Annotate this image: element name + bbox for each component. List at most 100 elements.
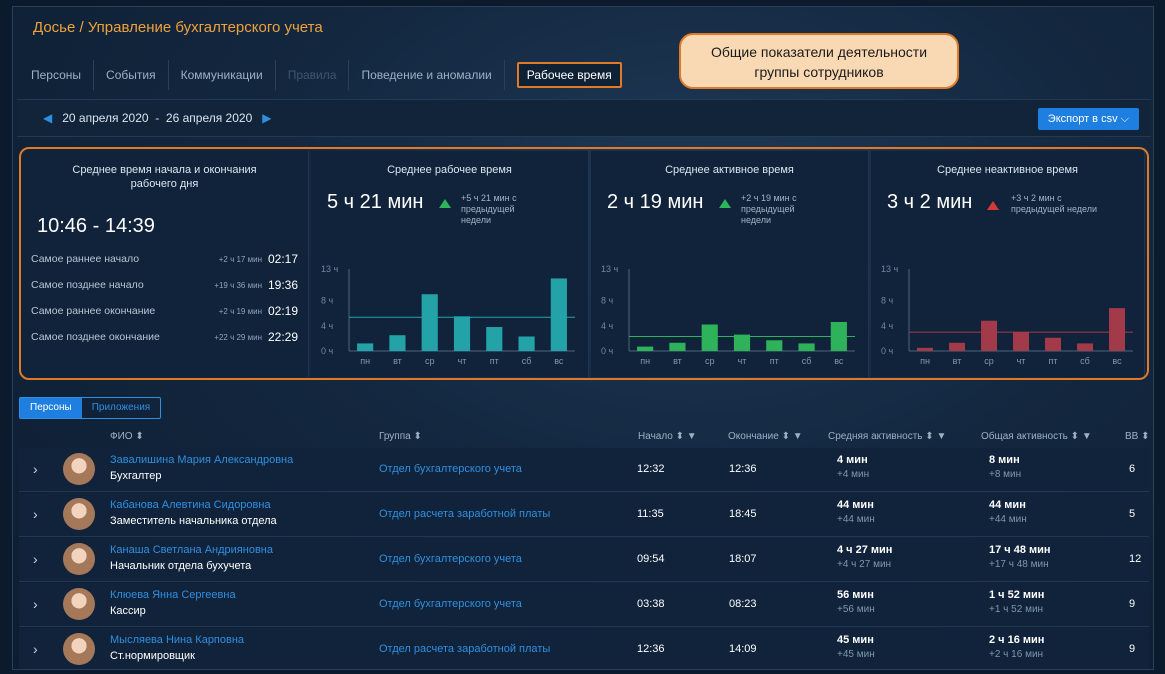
subtab-persons[interactable]: Персоны — [20, 398, 82, 418]
extra-count: 9 — [1129, 643, 1136, 655]
expand-chevron-icon[interactable]: › — [33, 461, 38, 477]
group-link[interactable]: Отдел расчета заработной платы — [379, 508, 550, 520]
avg-value: 4 ч 27 мин — [837, 544, 893, 556]
sort-icon[interactable]: ⬍ — [925, 431, 933, 442]
total-delta: +44 мин — [989, 514, 1027, 525]
total-value: 8 мин — [989, 454, 1020, 466]
tab-events[interactable]: События — [94, 60, 169, 90]
export-csv-button[interactable]: Экспорт в csv ⌵ — [1037, 108, 1139, 130]
prev-week-icon[interactable]: ◀ — [43, 111, 52, 125]
person-name[interactable]: Мысляева Нина Карповна — [110, 634, 244, 646]
avg-activity: 56 мин +56 мин — [837, 589, 875, 615]
avg-value: 44 мин — [837, 499, 874, 511]
avg-delta: +44 мин — [837, 514, 875, 525]
total-delta: +8 мин — [989, 469, 1022, 480]
tab-work-time[interactable]: Рабочее время — [516, 62, 622, 88]
total-value: 44 мин — [989, 499, 1026, 511]
expand-chevron-icon[interactable]: › — [33, 596, 38, 612]
person-role: Заместитель начальника отдела — [110, 515, 277, 527]
sort-icon[interactable]: ⬍ — [413, 431, 421, 442]
header-label: ВВ — [1125, 431, 1139, 442]
sort-icon[interactable]: ⬍ — [782, 431, 790, 442]
app-window: Досье / Управление бухгалтерского учета … — [12, 6, 1154, 670]
sort-icon[interactable]: ⬍ — [676, 431, 684, 442]
header-end[interactable]: Окончание ⬍ ▼ — [728, 431, 803, 442]
expand-chevron-icon[interactable]: › — [33, 641, 38, 657]
header-extra[interactable]: ВВ ⬍ — [1125, 431, 1150, 442]
avg-value: 45 мин — [837, 634, 874, 646]
filter-icon[interactable]: ▼ — [936, 431, 946, 442]
extra-count: 5 — [1129, 508, 1136, 520]
avg-delta: +4 ч 27 мин — [837, 559, 892, 570]
total-activity: 44 мин +44 мин — [989, 499, 1027, 525]
total-activity: 2 ч 16 мин +2 ч 16 мин — [989, 634, 1044, 660]
avg-delta: +56 мин — [837, 604, 875, 615]
avatar — [63, 498, 95, 530]
tab-behavior[interactable]: Поведение и аномалии — [349, 60, 505, 90]
stats-highlight-outline — [19, 147, 1149, 380]
avg-delta: +4 мин — [837, 469, 870, 480]
avatar — [63, 543, 95, 575]
avg-activity: 4 ч 27 мин +4 ч 27 мин — [837, 544, 892, 570]
header-group[interactable]: Группа ⬍ — [379, 431, 422, 442]
breadcrumb[interactable]: Досье / Управление бухгалтерского учета — [33, 19, 323, 36]
table-row[interactable]: › Завалишина Мария Александровна Бухгалт… — [19, 448, 1149, 492]
avatar — [63, 453, 95, 485]
header-name[interactable]: ФИО ⬍ — [110, 431, 144, 442]
filter-icon[interactable]: ▼ — [687, 431, 697, 442]
total-activity: 17 ч 48 мин +17 ч 48 мин — [989, 544, 1051, 570]
total-delta: +17 ч 48 мин — [989, 559, 1049, 570]
start-time: 11:35 — [637, 508, 664, 520]
sort-icon[interactable]: ⬍ — [135, 431, 143, 442]
avatar — [63, 588, 95, 620]
total-value: 1 ч 52 мин — [989, 589, 1045, 601]
tab-bar: Персоны События Коммуникации Правила Пов… — [13, 55, 1153, 95]
tab-persons[interactable]: Персоны — [19, 60, 95, 90]
table-row[interactable]: › Клюева Янна Сергеевна Кассир Отдел бух… — [19, 583, 1149, 627]
person-role: Начальник отдела бухучета — [110, 560, 252, 572]
group-link[interactable]: Отдел расчета заработной платы — [379, 643, 550, 655]
group-link[interactable]: Отдел бухгалтерского учета — [379, 553, 522, 565]
sort-icon[interactable]: ⬍ — [1141, 431, 1149, 442]
start-time: 12:32 — [637, 463, 665, 475]
header-label: ФИО — [110, 431, 133, 442]
group-link[interactable]: Отдел бухгалтерского учета — [379, 598, 522, 610]
chevron-down-icon: ⌵ — [1120, 113, 1129, 125]
end-time: 18:07 — [729, 553, 757, 565]
table-row[interactable]: › Канаша Светлана Андрияновна Начальник … — [19, 538, 1149, 582]
tab-communications[interactable]: Коммуникации — [169, 60, 276, 90]
sort-icon[interactable]: ⬍ — [1071, 431, 1079, 442]
next-week-icon[interactable]: ▶ — [262, 111, 271, 125]
table-header: ФИО ⬍ Группа ⬍ Начало ⬍ ▼ Окончание ⬍ ▼ … — [13, 425, 1153, 447]
header-start[interactable]: Начало ⬍ ▼ — [638, 431, 697, 442]
avg-activity: 45 мин +45 мин — [837, 634, 875, 660]
filter-icon[interactable]: ▼ — [793, 431, 803, 442]
subtab-applications[interactable]: Приложения — [82, 398, 161, 418]
callout-line: Общие показатели деятельности — [710, 44, 928, 60]
total-value: 17 ч 48 мин — [989, 544, 1051, 556]
person-name[interactable]: Канаша Светлана Андрияновна — [110, 544, 273, 556]
total-value: 2 ч 16 мин — [989, 634, 1045, 646]
table-row[interactable]: › Кабанова Алевтина Сидоровна Заместител… — [19, 493, 1149, 537]
header-avg-activity[interactable]: Средняя активность ⬍ ▼ — [828, 431, 946, 442]
filter-icon[interactable]: ▼ — [1082, 431, 1092, 442]
extra-count: 12 — [1129, 553, 1142, 565]
callout-line: группы сотрудников — [754, 64, 884, 80]
header-label: Группа — [379, 431, 411, 442]
header-total-activity[interactable]: Общая активность ⬍ ▼ — [981, 431, 1092, 442]
person-name[interactable]: Клюева Янна Сергеевна — [110, 589, 236, 601]
date-range: 20 апреля 2020 - 26 апреля 2020 — [62, 111, 252, 125]
group-link[interactable]: Отдел бухгалтерского учета — [379, 463, 522, 475]
person-name[interactable]: Завалишина Мария Александровна — [110, 454, 293, 466]
export-label: Экспорт в csv — [1047, 113, 1118, 125]
table-row[interactable]: › Мысляева Нина Карповна Ст.нормировщик … — [19, 628, 1149, 669]
header-label: Начало — [638, 431, 673, 442]
extra-count: 6 — [1129, 463, 1136, 475]
person-name[interactable]: Кабанова Алевтина Сидоровна — [110, 499, 271, 511]
expand-chevron-icon[interactable]: › — [33, 551, 38, 567]
tab-rules[interactable]: Правила — [276, 60, 350, 90]
expand-chevron-icon[interactable]: › — [33, 506, 38, 522]
end-time: 14:09 — [729, 643, 757, 655]
start-time: 03:38 — [637, 598, 665, 610]
header-label: Средняя активность — [828, 431, 923, 442]
